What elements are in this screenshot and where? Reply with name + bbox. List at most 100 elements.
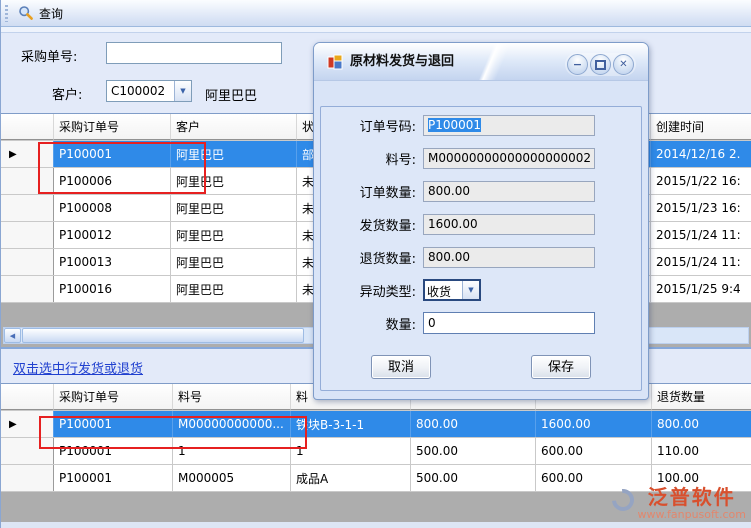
column-header-po[interactable]: 采购订单号 [54, 384, 173, 410]
titlebar-curve [464, 43, 516, 81]
maximize-icon[interactable] [590, 54, 611, 75]
cell-created: 2015/1/24 11: [651, 222, 751, 248]
toolbar-grip [5, 5, 8, 22]
order-qty-value: 800.00 [428, 184, 470, 198]
field-row: 数量: [329, 312, 633, 334]
return-qty-field[interactable]: 800.00 [423, 247, 595, 268]
ship-qty-label: 发货数量: [329, 215, 423, 234]
dialog-title: 原材料发货与退回 [350, 43, 454, 80]
cell-customer: 阿里巴巴 [171, 249, 297, 275]
cell-customer: 阿里巴巴 [171, 195, 297, 221]
customer-combobox[interactable]: C100002 [106, 80, 192, 102]
grid-corner-cell [1, 384, 54, 410]
chevron-down-icon[interactable] [462, 281, 479, 299]
customer-name-text: 阿里巴巴 [205, 85, 257, 104]
cell-qty2: 600.00 [536, 438, 652, 464]
watermark: 泛普软件 www.fanpusoft.com [612, 486, 746, 521]
cell-qty1: 500.00 [411, 438, 536, 464]
watermark-brand: 泛普软件 [638, 486, 746, 508]
cell-po: P100001 [54, 465, 173, 491]
query-button[interactable]: 查询 [14, 3, 71, 24]
scrollbar-thumb[interactable] [22, 328, 304, 343]
cell-qty1: 800.00 [411, 411, 536, 437]
double-click-hint-link[interactable]: 双击选中行发货或退货 [13, 358, 143, 377]
minimize-icon[interactable] [567, 54, 588, 75]
form-icon [327, 54, 343, 70]
save-button[interactable]: 保存 [531, 355, 591, 379]
query-button-label: 查询 [39, 5, 63, 22]
column-header-material[interactable]: 料号 [173, 384, 291, 410]
dialog-titlebar[interactable]: 原材料发货与退回 [314, 43, 648, 81]
qty-label: 数量: [329, 314, 423, 333]
bottom-edge [1, 522, 751, 528]
cell-po: P100016 [54, 276, 171, 302]
return-qty-value: 800.00 [428, 250, 470, 264]
material-no-label: 料号: [329, 149, 423, 168]
cell-qty1: 500.00 [411, 465, 536, 491]
cell-created: 2015/1/24 11: [651, 249, 751, 275]
window-controls [565, 53, 636, 76]
po-label: 采购单号: [21, 46, 77, 65]
change-type-combobox[interactable]: 收货 [423, 279, 481, 301]
change-type-label: 异动类型: [329, 281, 423, 300]
search-icon [18, 5, 34, 21]
cell-name: 成品A [291, 465, 411, 491]
cell-customer: 阿里巴巴 [171, 222, 297, 248]
customer-combobox-value: C100002 [107, 81, 174, 101]
cell-created: 2015/1/25 9:4 [651, 276, 751, 302]
cell-qty2: 1600.00 [536, 411, 652, 437]
material-no-field[interactable]: M00000000000000000002 [423, 148, 595, 169]
row-header [1, 195, 54, 221]
watermark-url: www.fanpusoft.com [638, 508, 746, 521]
po-number-input[interactable] [106, 42, 282, 64]
ship-qty-field[interactable]: 1600.00 [423, 214, 595, 235]
row-header [1, 222, 54, 248]
fanpu-logo-icon [607, 485, 638, 516]
column-header-return-qty[interactable]: 退货数量 [652, 384, 751, 410]
customer-label: 客户: [52, 84, 82, 103]
toolbar: 查询 [1, 0, 751, 27]
order-no-field[interactable]: P100001 [423, 115, 595, 136]
material-ship-return-dialog: 原材料发货与退回 订单号码: P100001 料号: M000000000000… [313, 42, 649, 400]
cell-created: 2014/12/16 2. [651, 141, 751, 167]
field-row: 发货数量: 1600.00 [329, 213, 633, 235]
dialog-form-panel: 订单号码: P100001 料号: M00000000000000000002 … [320, 106, 642, 391]
row-header [1, 249, 54, 275]
cell-material: M000005 [173, 465, 291, 491]
field-row: 订单号码: P100001 [329, 114, 633, 136]
cell-customer: 阿里巴巴 [171, 276, 297, 302]
quantity-input[interactable] [423, 312, 595, 334]
cell-name: 1 [291, 438, 411, 464]
annotation-box-main [38, 142, 206, 194]
cell-created: 2015/1/23 16: [651, 195, 751, 221]
cell-po: P100012 [54, 222, 171, 248]
annotation-box-detail [39, 416, 307, 449]
field-row: 订单数量: 800.00 [329, 180, 633, 202]
cancel-button[interactable]: 取消 [371, 355, 431, 379]
order-qty-label: 订单数量: [329, 182, 423, 201]
selected-text: P100001 [428, 118, 481, 132]
row-header [1, 465, 54, 491]
column-header-po[interactable]: 采购订单号 [54, 114, 171, 140]
material-no-value: M00000000000000000002 [428, 151, 591, 165]
ship-qty-value: 1600.00 [428, 217, 478, 231]
close-icon[interactable] [613, 54, 634, 75]
change-type-value: 收货 [425, 281, 462, 299]
cell-qty3: 110.00 [652, 438, 751, 464]
cell-po: P100008 [54, 195, 171, 221]
field-row: 料号: M00000000000000000002 [329, 147, 633, 169]
field-row: 退货数量: 800.00 [329, 246, 633, 268]
field-row: 异动类型: 收货 [329, 279, 633, 301]
column-header-created[interactable]: 创建时间 [651, 114, 751, 140]
chevron-down-icon[interactable] [174, 81, 191, 101]
cell-created: 2015/1/22 16: [651, 168, 751, 194]
cell-po: P100013 [54, 249, 171, 275]
cell-name: 铁块B-3-1-1 [291, 411, 411, 437]
return-qty-label: 退货数量: [329, 248, 423, 267]
scroll-left-icon[interactable] [4, 328, 21, 343]
order-qty-field[interactable]: 800.00 [423, 181, 595, 202]
cell-qty3: 800.00 [652, 411, 751, 437]
watermark-text: 泛普软件 www.fanpusoft.com [638, 486, 746, 521]
order-no-label: 订单号码: [329, 116, 423, 135]
column-header-customer[interactable]: 客户 [171, 114, 297, 140]
